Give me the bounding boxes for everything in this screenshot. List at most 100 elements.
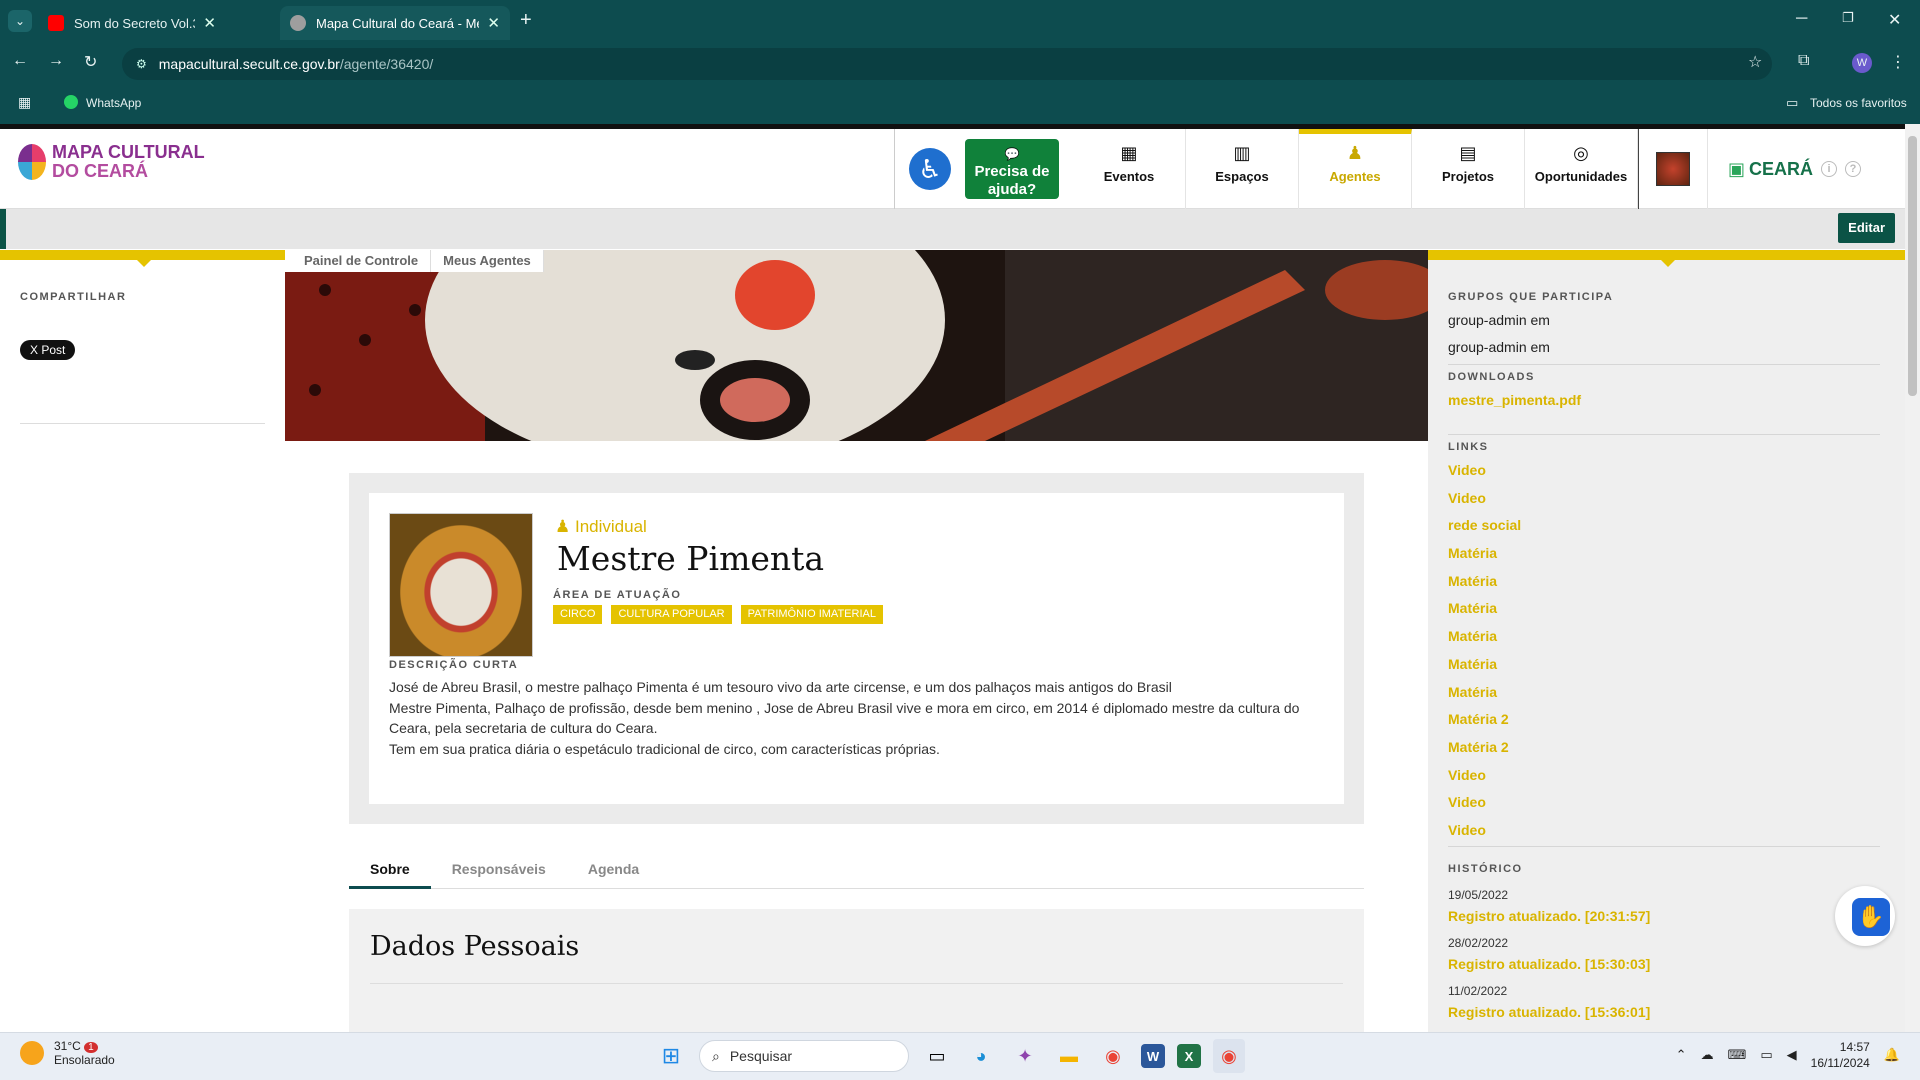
main-nav: ♿ 💬 Precisa de ajuda? ▦ Eventos ▥ Espaços ♟… [894,129,1868,209]
download-link[interactable]: mestre_pimenta.pdf [1448,387,1880,415]
divider [370,983,1343,984]
government-logo: ▣ CEARÁ i ? [1708,129,1868,209]
external-link[interactable]: Video [1448,789,1880,817]
word-icon[interactable]: W [1141,1044,1165,1068]
excel-icon[interactable]: X [1177,1044,1201,1068]
tab-mapa-cultural[interactable]: Mapa Cultural do Ceará - Mestr ✕ [280,6,510,40]
external-link[interactable]: Video [1448,817,1880,845]
file-explorer-icon[interactable]: ▬ [1053,1039,1085,1073]
chrome-profile-icon[interactable]: ◉ [1213,1039,1245,1073]
external-link[interactable]: Video [1448,762,1880,790]
bookmark-whatsapp[interactable]: WhatsApp [86,96,141,110]
divider [1448,364,1880,365]
user-avatar-button[interactable] [1638,129,1708,209]
person-icon: ♟ [555,517,575,536]
folder-icon: ▭ [1786,95,1799,110]
group-item: group-admin em [1448,339,1550,355]
history-entry[interactable]: Registro atualizado. [20:31:57] [1448,905,1880,927]
copilot-icon[interactable]: ✦ [1009,1039,1041,1073]
breadcrumb-meus-agentes[interactable]: Meus Agentes [431,250,544,272]
site-info-icon[interactable]: ⚙ [136,57,147,71]
tab-agenda[interactable]: Agenda [567,859,660,889]
breadcrumb-painel[interactable]: Painel de Controle [285,250,432,272]
page-scrollbar[interactable] [1905,124,1920,1032]
window-close-icon[interactable]: ✕ [1888,10,1901,30]
document-icon: ▤ [1459,143,1477,163]
reload-icon[interactable]: ↻ [84,52,97,72]
chrome-icon[interactable]: ◉ [1097,1039,1129,1073]
tab-sobre[interactable]: Sobre [349,859,431,889]
area-tag[interactable]: CIRCO [553,605,603,624]
info-icon[interactable]: i [1821,161,1838,177]
extensions-icon[interactable]: ⧉ [1798,52,1809,70]
downloads-section: DOWNLOADS mestre_pimenta.pdf [1448,371,1880,415]
accessibility-button[interactable]: ♿ [895,129,965,209]
bookmarks-bar: ▦ WhatsApp ▭ Todos os favoritos [0,88,1920,118]
weather-widget[interactable]: 31°C 1 Ensolarado [20,1039,115,1067]
agent-card: ♟ Individual Mestre Pimenta ÁREA DE ATUA… [369,493,1344,804]
external-link[interactable]: rede social [1448,512,1880,540]
forward-icon[interactable]: → [48,52,64,70]
tab-youtube[interactable]: Som do Secreto Vol.3 - Yeshua ✕ [38,6,226,40]
chevron-up-icon[interactable]: ⌃ [1676,1047,1687,1063]
tab-responsaveis[interactable]: Responsáveis [431,859,567,889]
site-logo[interactable]: MAPA CULTURAL DO CEARÁ [18,143,205,181]
nav-eventos[interactable]: ▦ Eventos [1073,129,1186,209]
edge-icon[interactable]: ◕ [965,1039,997,1073]
tab-search-icon[interactable]: ⌄ [8,10,32,32]
external-link[interactable]: Matéria 2 [1448,706,1880,734]
vlibras-widget[interactable]: ✋ [1835,886,1895,946]
profile-avatar[interactable]: W [1852,53,1872,73]
right-sidebar: GRUPOS QUE PARTICIPA group-admin em grou… [1428,250,1905,1032]
external-link[interactable]: Matéria [1448,651,1880,679]
external-link[interactable]: Matéria [1448,540,1880,568]
help-button[interactable]: 💬 Precisa de ajuda? [965,139,1059,199]
external-link[interactable]: Matéria 2 [1448,734,1880,762]
question-icon[interactable]: ? [1845,161,1862,177]
scrollbar-thumb[interactable] [1908,136,1917,396]
external-link[interactable]: Matéria [1448,595,1880,623]
external-link[interactable]: Matéria [1448,568,1880,596]
taskbar-search[interactable]: ⌕ Pesquisar [699,1040,909,1072]
nav-projetos[interactable]: ▤ Projetos [1412,129,1525,209]
history-date: 19/05/2022 [1448,888,1509,902]
history-date: 28/02/2022 [1448,936,1509,950]
external-link[interactable]: Matéria [1448,679,1880,707]
external-link[interactable]: Video [1448,457,1880,485]
history-section: HISTÓRICO 19/05/2022 Registro atualizado… [1448,863,1880,1023]
restore-icon[interactable]: ❐ [1842,10,1854,26]
new-tab-button[interactable]: + [520,9,532,32]
ceara-emblem-icon: ▣ [1728,158,1746,179]
task-view-icon[interactable]: ▭ [921,1039,953,1073]
minimize-icon[interactable]: ─ [1796,10,1807,28]
onedrive-icon[interactable]: ☁ [1701,1047,1714,1063]
external-link[interactable]: Video [1448,485,1880,513]
address-bar[interactable]: ⚙ mapacultural.secult.ce.gov.br/agente/3… [122,48,1772,80]
nav-espacos[interactable]: ▥ Espaços [1186,129,1299,209]
volume-icon[interactable]: ◀ [1787,1047,1797,1063]
all-bookmarks-button[interactable]: Todos os favoritos [1810,96,1907,110]
close-icon[interactable]: ✕ [203,14,216,32]
x-post-button[interactable]: X Post [20,340,76,360]
bookmark-star-icon[interactable]: ☆ [1748,52,1762,72]
windows-start-icon[interactable]: ⊞ [655,1039,687,1073]
nav-agentes[interactable]: ♟ Agentes [1299,129,1412,209]
history-entry[interactable]: Registro atualizado. [15:30:03] [1448,953,1880,975]
external-link[interactable]: Matéria [1448,623,1880,651]
apps-grid-icon[interactable]: ▦ [18,94,31,111]
links-title: LINKS [1448,441,1489,453]
keyboard-icon[interactable]: ⌨ [1728,1047,1747,1063]
groups-section: GRUPOS QUE PARTICIPA group-admin em grou… [1448,291,1880,361]
area-tag[interactable]: CULTURA POPULAR [611,605,732,624]
close-icon[interactable]: ✕ [487,14,500,32]
menu-icon[interactable]: ⋮ [1890,52,1906,72]
edit-button[interactable]: Editar [1838,213,1895,243]
nav-oportunidades[interactable]: ◎ Oportunidades [1525,129,1638,209]
back-icon[interactable]: ← [12,52,28,70]
clock[interactable]: 14:57 16/11/2024 [1811,1039,1870,1071]
personal-data-section: Dados Pessoais [349,909,1364,1032]
notification-bell-icon[interactable]: 🔔 [1884,1047,1900,1063]
history-entry[interactable]: Registro atualizado. [15:36:01] [1448,1001,1880,1023]
network-icon[interactable]: ▭ [1760,1047,1772,1063]
area-tag[interactable]: PATRIMÔNIO IMATERIAL [740,605,883,624]
